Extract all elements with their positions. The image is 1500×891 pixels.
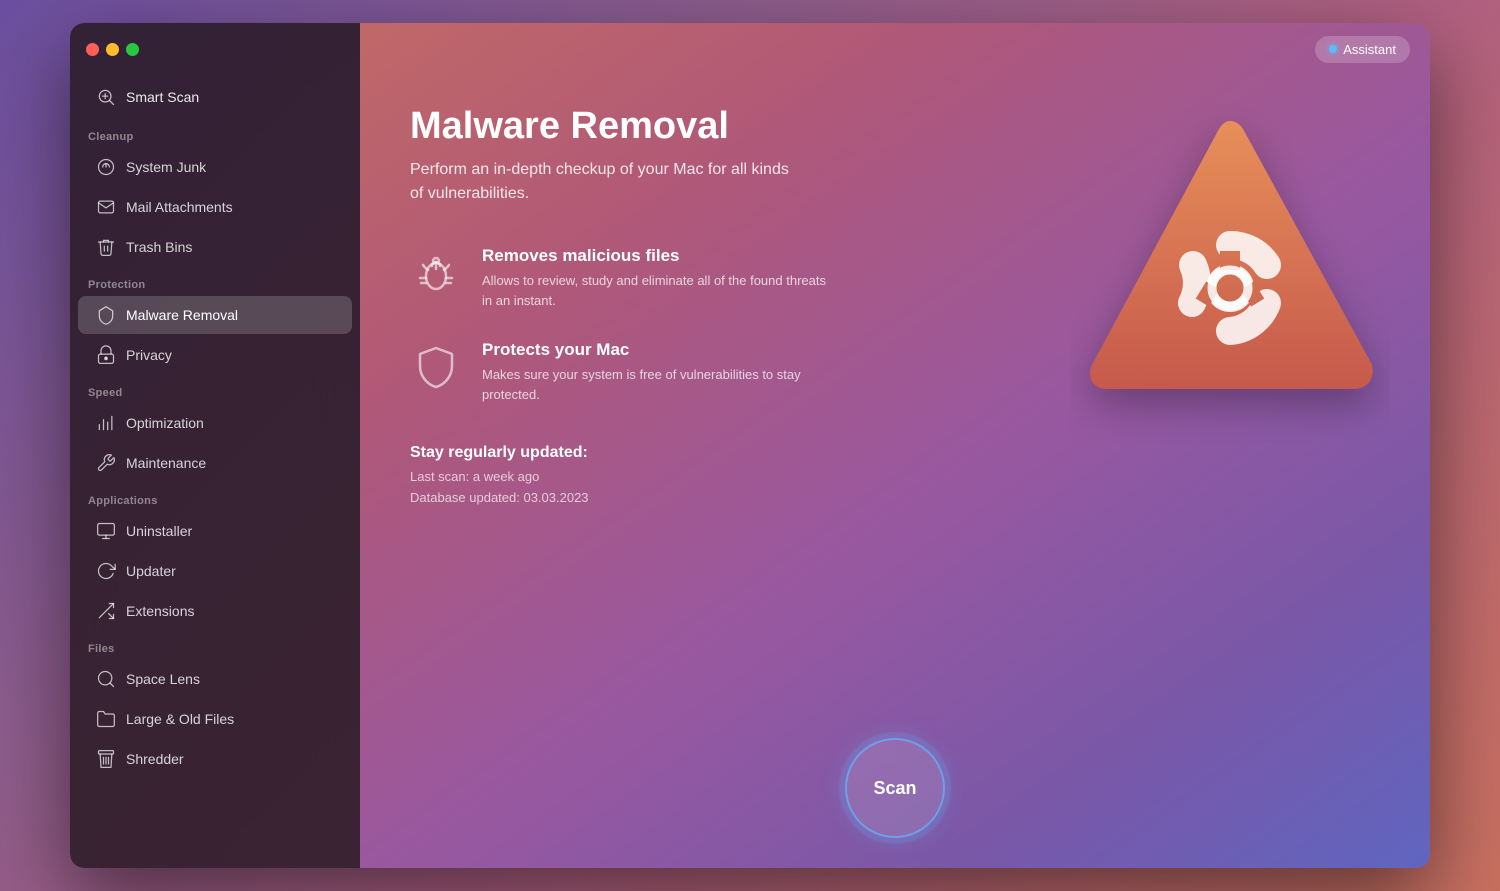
assistant-dot — [1329, 45, 1337, 53]
malware-icon — [96, 305, 116, 325]
sidebar-item-uninstaller[interactable]: Uninstaller — [78, 512, 352, 550]
bug-icon-wrap — [410, 246, 462, 298]
assistant-label: Assistant — [1343, 42, 1396, 57]
shredder-icon — [96, 749, 116, 769]
malware-removal-label: Malware Removal — [126, 307, 238, 323]
sidebar-item-privacy[interactable]: Privacy — [78, 336, 352, 374]
sidebar: Smart Scan Cleanup System Junk Mail Atta… — [70, 23, 360, 868]
maintenance-icon — [96, 453, 116, 473]
sidebar-header — [70, 23, 360, 75]
section-label-protection: Protection — [70, 267, 360, 295]
page-subtitle: Perform an in-depth checkup of your Mac … — [410, 158, 790, 206]
large-old-files-label: Large & Old Files — [126, 711, 234, 727]
sidebar-item-extensions[interactable]: Extensions — [78, 592, 352, 630]
sidebar-item-large-old-files[interactable]: Large & Old Files — [78, 700, 352, 738]
feature-removes-desc: Allows to review, study and eliminate al… — [482, 271, 832, 310]
updater-icon — [96, 561, 116, 581]
section-label-files: Files — [70, 631, 360, 659]
sidebar-item-system-junk[interactable]: System Junk — [78, 148, 352, 186]
sidebar-item-maintenance[interactable]: Maintenance — [78, 444, 352, 482]
mail-attachments-label: Mail Attachments — [126, 199, 233, 215]
uninstaller-label: Uninstaller — [126, 523, 192, 539]
update-section: Stay regularly updated: Last scan: a wee… — [410, 444, 1380, 509]
assistant-button[interactable]: Assistant — [1315, 36, 1410, 63]
maintenance-label: Maintenance — [126, 455, 206, 471]
scan-button[interactable]: Scan — [845, 738, 945, 838]
biohazard-illustration — [1070, 103, 1390, 443]
space-lens-icon — [96, 669, 116, 689]
section-label-cleanup: Cleanup — [70, 119, 360, 147]
sidebar-item-space-lens[interactable]: Space Lens — [78, 660, 352, 698]
scan-button-wrap: Scan — [845, 738, 945, 838]
shield-icon-wrap — [410, 340, 462, 392]
privacy-label: Privacy — [126, 347, 172, 363]
sidebar-item-mail-attachments[interactable]: Mail Attachments — [78, 188, 352, 226]
extensions-label: Extensions — [126, 603, 194, 619]
optimization-label: Optimization — [126, 415, 204, 431]
smart-scan-icon — [96, 87, 116, 107]
features-list: Removes malicious files Allows to review… — [410, 246, 910, 404]
sidebar-item-trash-bins[interactable]: Trash Bins — [78, 228, 352, 266]
trash-icon — [96, 237, 116, 257]
large-files-icon — [96, 709, 116, 729]
bug-icon — [412, 248, 460, 296]
sidebar-item-shredder[interactable]: Shredder — [78, 740, 352, 778]
shield-icon — [412, 342, 460, 390]
feature-protects-text: Protects your Mac Makes sure your system… — [482, 340, 832, 404]
optimization-icon — [96, 413, 116, 433]
extensions-icon — [96, 601, 116, 621]
mail-icon — [96, 197, 116, 217]
close-button[interactable] — [86, 43, 99, 56]
updater-label: Updater — [126, 563, 176, 579]
uninstaller-icon — [96, 521, 116, 541]
feature-removes-text: Removes malicious files Allows to review… — [482, 246, 832, 310]
traffic-lights — [86, 43, 139, 56]
main-header: Assistant — [360, 23, 1430, 75]
sidebar-item-updater[interactable]: Updater — [78, 552, 352, 590]
shredder-label: Shredder — [126, 751, 184, 767]
sidebar-item-optimization[interactable]: Optimization — [78, 404, 352, 442]
last-scan-text: Last scan: a week ago — [410, 467, 1380, 488]
feature-protects-heading: Protects your Mac — [482, 340, 832, 360]
maximize-button[interactable] — [126, 43, 139, 56]
update-title: Stay regularly updated: — [410, 444, 1380, 462]
system-junk-label: System Junk — [126, 159, 206, 175]
app-window: Smart Scan Cleanup System Junk Mail Atta… — [70, 23, 1430, 868]
feature-removes-heading: Removes malicious files — [482, 246, 832, 266]
trash-bins-label: Trash Bins — [126, 239, 192, 255]
scan-button-label: Scan — [873, 778, 916, 799]
system-junk-icon — [96, 157, 116, 177]
sidebar-item-malware-removal[interactable]: Malware Removal — [78, 296, 352, 334]
space-lens-label: Space Lens — [126, 671, 200, 687]
feature-protects-desc: Makes sure your system is free of vulner… — [482, 365, 832, 404]
minimize-button[interactable] — [106, 43, 119, 56]
section-label-speed: Speed — [70, 375, 360, 403]
database-updated-text: Database updated: 03.03.2023 — [410, 488, 1380, 509]
sidebar-item-smart-scan[interactable]: Smart Scan — [78, 77, 352, 117]
feature-removes-malicious: Removes malicious files Allows to review… — [410, 246, 910, 310]
main-panel: Assistant Malware Removal Perform an in-… — [360, 23, 1430, 868]
section-label-applications: Applications — [70, 483, 360, 511]
feature-protects-mac: Protects your Mac Makes sure your system… — [410, 340, 910, 404]
smart-scan-label: Smart Scan — [126, 89, 199, 105]
privacy-icon — [96, 345, 116, 365]
